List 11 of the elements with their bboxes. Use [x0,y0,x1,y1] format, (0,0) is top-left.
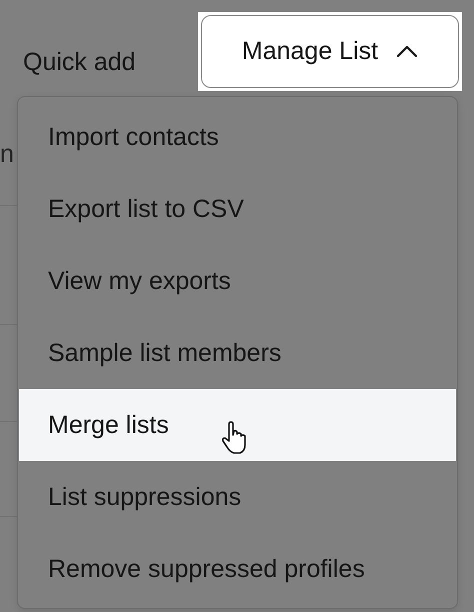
menu-item[interactable]: View my exports [19,245,456,317]
quick-add-label[interactable]: Quick add [23,48,136,77]
menu-item[interactable]: Import contacts [19,101,456,173]
menu-item[interactable]: Export list to CSV [19,173,456,245]
menu-item[interactable]: Remove suppressed profiles [19,533,456,605]
menu-item[interactable]: List suppressions [19,461,456,533]
manage-list-button[interactable]: Manage List [201,15,459,88]
background-text: n [0,138,14,170]
chevron-icon [396,45,418,58]
menu-item[interactable]: Merge lists [19,389,456,461]
menu-item[interactable]: Sample list members [19,317,456,389]
